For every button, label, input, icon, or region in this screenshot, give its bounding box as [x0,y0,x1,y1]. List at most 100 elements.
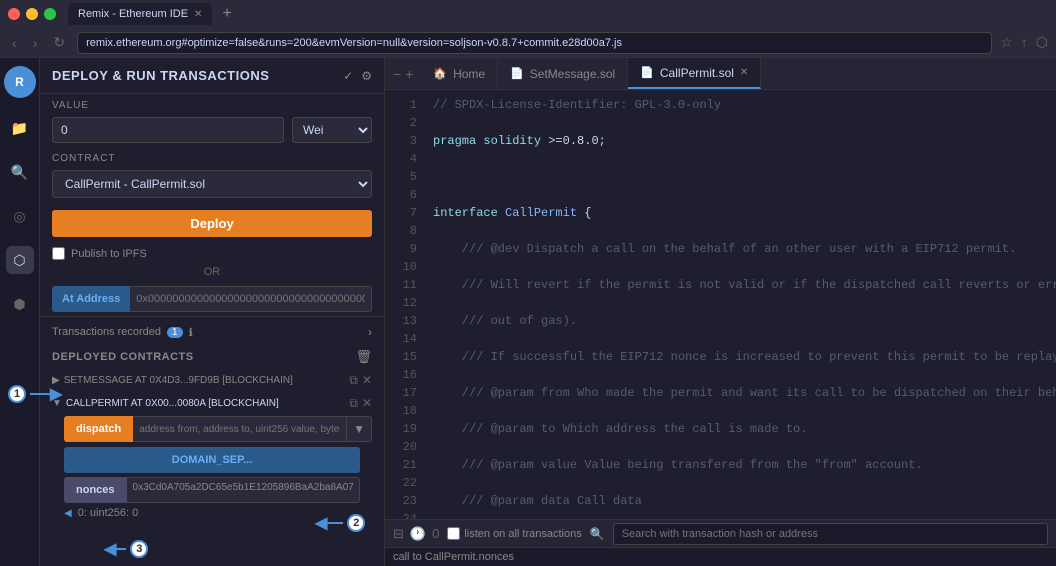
nonces-button[interactable]: nonces [64,477,127,503]
addressbar-icons: ☆ ↑ ⬡ [1000,34,1048,51]
delete-icon-setmessage[interactable]: ✕ [362,373,372,388]
deployed-title: Deployed Contracts [52,351,194,363]
star-icon[interactable]: ☆ [1000,34,1013,51]
sidebar-icons: R 📁 🔍 ◎ ⬡ ⬢ [0,58,40,566]
status-count: 0 [432,526,439,541]
trash-icon[interactable]: 🗑 [355,349,372,365]
or-divider: OR [40,262,384,282]
zoom-controls: − + [385,66,421,82]
contract-item-callpermit: ▼ CALLPERMIT AT 0X00...0080A [BLOCKCHAIN… [40,392,384,523]
remix-logo: R [4,66,36,98]
code-editor[interactable]: // SPDX-License-Identifier: GPL-3.0-only… [425,90,1056,519]
forward-button[interactable]: › [29,35,42,51]
contract-item-setmessage: ▶ SETMESSAGE AT 0X4D3...9FD9B [BLOCKCHAI… [40,369,384,392]
deploy-header-icons: ✓ ⚙ [343,69,372,83]
result-value: 0: uint256: 0 [78,507,139,519]
deploy-panel: DEPLOY & RUN TRANSACTIONS ✓ ⚙ VALUE Wei … [40,58,385,566]
domain-sep-row: DOMAIN_SEP... [52,445,372,475]
value-label: VALUE [40,94,384,113]
callpermit-tab-icon: 📄 [640,66,654,79]
dispatch-chevron-icon[interactable]: ▼ [347,416,372,442]
publish-label: Publish to IPFS [71,248,147,260]
refresh-button[interactable]: ↻ [49,34,69,51]
new-tab-button[interactable]: + [216,5,237,23]
home-tab-label: Home [453,67,485,81]
callpermit-tab-close-icon[interactable]: ✕ [740,67,748,78]
url-input[interactable] [77,32,992,54]
back-button[interactable]: ‹ [8,35,21,51]
publish-row: Publish to IPFS [40,245,384,262]
collapse-icon-setmessage[interactable]: ▶ [52,375,60,386]
browser-tab-active[interactable]: Remix - Ethereum IDE ✕ [68,3,212,25]
contract-item-header-callpermit: ▼ CALLPERMIT AT 0X00...0080A [BLOCKCHAIN… [52,394,372,413]
titlebar: Remix - Ethereum IDE ✕ + [0,0,1056,28]
delete-icon-callpermit[interactable]: ✕ [362,396,372,411]
share-icon[interactable]: ↑ [1021,34,1028,51]
sidebar-icon-search[interactable]: 🔍 [6,158,34,186]
deployed-contracts-header: Deployed Contracts 🗑 [40,343,384,369]
transactions-row: Transactions recorded 1 ℹ › [40,316,384,343]
maximize-dot[interactable] [44,8,56,20]
editor-tab-group: 🏠 Home 📄 SetMessage.sol 📄 CallPermit.sol… [421,58,761,89]
extensions-icon[interactable]: ⬡ [1036,34,1048,51]
editor-tabs: − + 🏠 Home 📄 SetMessage.sol 📄 CallPermit… [385,58,1056,90]
contract-name-callpermit: CALLPERMIT AT 0X00...0080A [BLOCKCHAIN] [66,398,345,409]
transaction-search-input[interactable] [613,523,1048,545]
editor-area: − + 🏠 Home 📄 SetMessage.sol 📄 CallPermit… [385,58,1056,566]
status-icons: ⊟ 🕐 0 [393,526,439,542]
editor-content: 12345 678910 1112131415 1617181920 21222… [385,90,1056,519]
minimize-dot[interactable] [26,8,38,20]
contract-row: CallPermit - CallPermit.sol [40,166,384,202]
at-address-row: At Address [40,282,384,316]
transactions-label: Transactions recorded 1 ℹ [52,326,193,339]
sidebar-icon-git[interactable]: ◎ [6,202,34,230]
publish-checkbox[interactable] [52,247,65,260]
result-triangle-icon: ◀ [64,508,72,519]
listen-label: listen on all transactions [464,528,581,540]
close-dot[interactable] [8,8,20,20]
at-address-button[interactable]: At Address [52,286,130,312]
contract-name-setmessage: SETMESSAGE AT 0X4D3...9FD9B [BLOCKCHAIN] [64,375,346,386]
value-input[interactable] [52,117,284,143]
at-address-input[interactable] [130,286,372,312]
setmessage-tab-label: SetMessage.sol [530,67,615,81]
tab-callpermit[interactable]: 📄 CallPermit.sol ✕ [628,58,761,89]
sidebar-icon-files[interactable]: 📁 [6,114,34,142]
contract-item-header-setmessage: ▶ SETMESSAGE AT 0X4D3...9FD9B [BLOCKCHAI… [52,371,372,390]
filter-icon[interactable]: ⊟ [393,526,404,542]
clock-icon[interactable]: 🕐 [410,526,426,542]
checkmark-icon[interactable]: ✓ [343,69,353,83]
deploy-header: DEPLOY & RUN TRANSACTIONS ✓ ⚙ [40,58,384,94]
tab-setmessage[interactable]: 📄 SetMessage.sol [498,58,628,89]
zoom-out-icon[interactable]: − [393,66,401,82]
unit-select[interactable]: Wei Gwei Finney Ether [292,117,372,143]
sidebar-icon-deploy[interactable]: ⬡ [6,246,34,274]
home-tab-icon: 🏠 [433,67,447,80]
copy-icon-setmessage[interactable]: ⧉ [349,373,358,388]
domain-sep-button[interactable]: DOMAIN_SEP... [64,447,360,473]
transactions-badge: 1 [167,327,183,338]
settings-icon[interactable]: ⚙ [361,69,372,83]
browser-tab-label: Remix - Ethereum IDE [78,8,188,20]
addressbar: ‹ › ↻ ☆ ↑ ⬡ [0,28,1056,58]
deploy-button[interactable]: Deploy [52,210,372,237]
transactions-chevron-icon[interactable]: › [368,325,372,339]
bottom-status-message: call to CallPermit.nonces [385,547,1056,566]
callpermit-tab-label: CallPermit.sol [660,66,734,80]
collapse-icon-callpermit[interactable]: ▼ [52,398,62,409]
zoom-in-icon[interactable]: + [405,66,413,82]
listen-checkbox[interactable] [447,527,460,540]
tab-home[interactable]: 🏠 Home [421,58,498,89]
main-content: R 📁 🔍 ◎ ⬡ ⬢ DEPLOY & RUN TRANSACTIONS ✓ … [0,58,1056,566]
copy-icon-callpermit[interactable]: ⧉ [349,396,358,411]
dispatch-button[interactable]: dispatch [64,416,133,442]
sidebar-icon-debug[interactable]: ⬢ [6,290,34,318]
browser-tab-bar: Remix - Ethereum IDE ✕ + [68,3,1048,25]
browser-tab-close-icon[interactable]: ✕ [194,9,202,20]
info-icon[interactable]: ℹ [189,326,193,339]
dispatch-input[interactable] [133,416,347,442]
listen-checkbox-row: listen on all transactions [447,527,581,540]
status-bar: ⊟ 🕐 0 listen on all transactions 🔍 [385,519,1056,547]
contract-select[interactable]: CallPermit - CallPermit.sol [52,170,372,198]
window-controls [8,8,56,20]
